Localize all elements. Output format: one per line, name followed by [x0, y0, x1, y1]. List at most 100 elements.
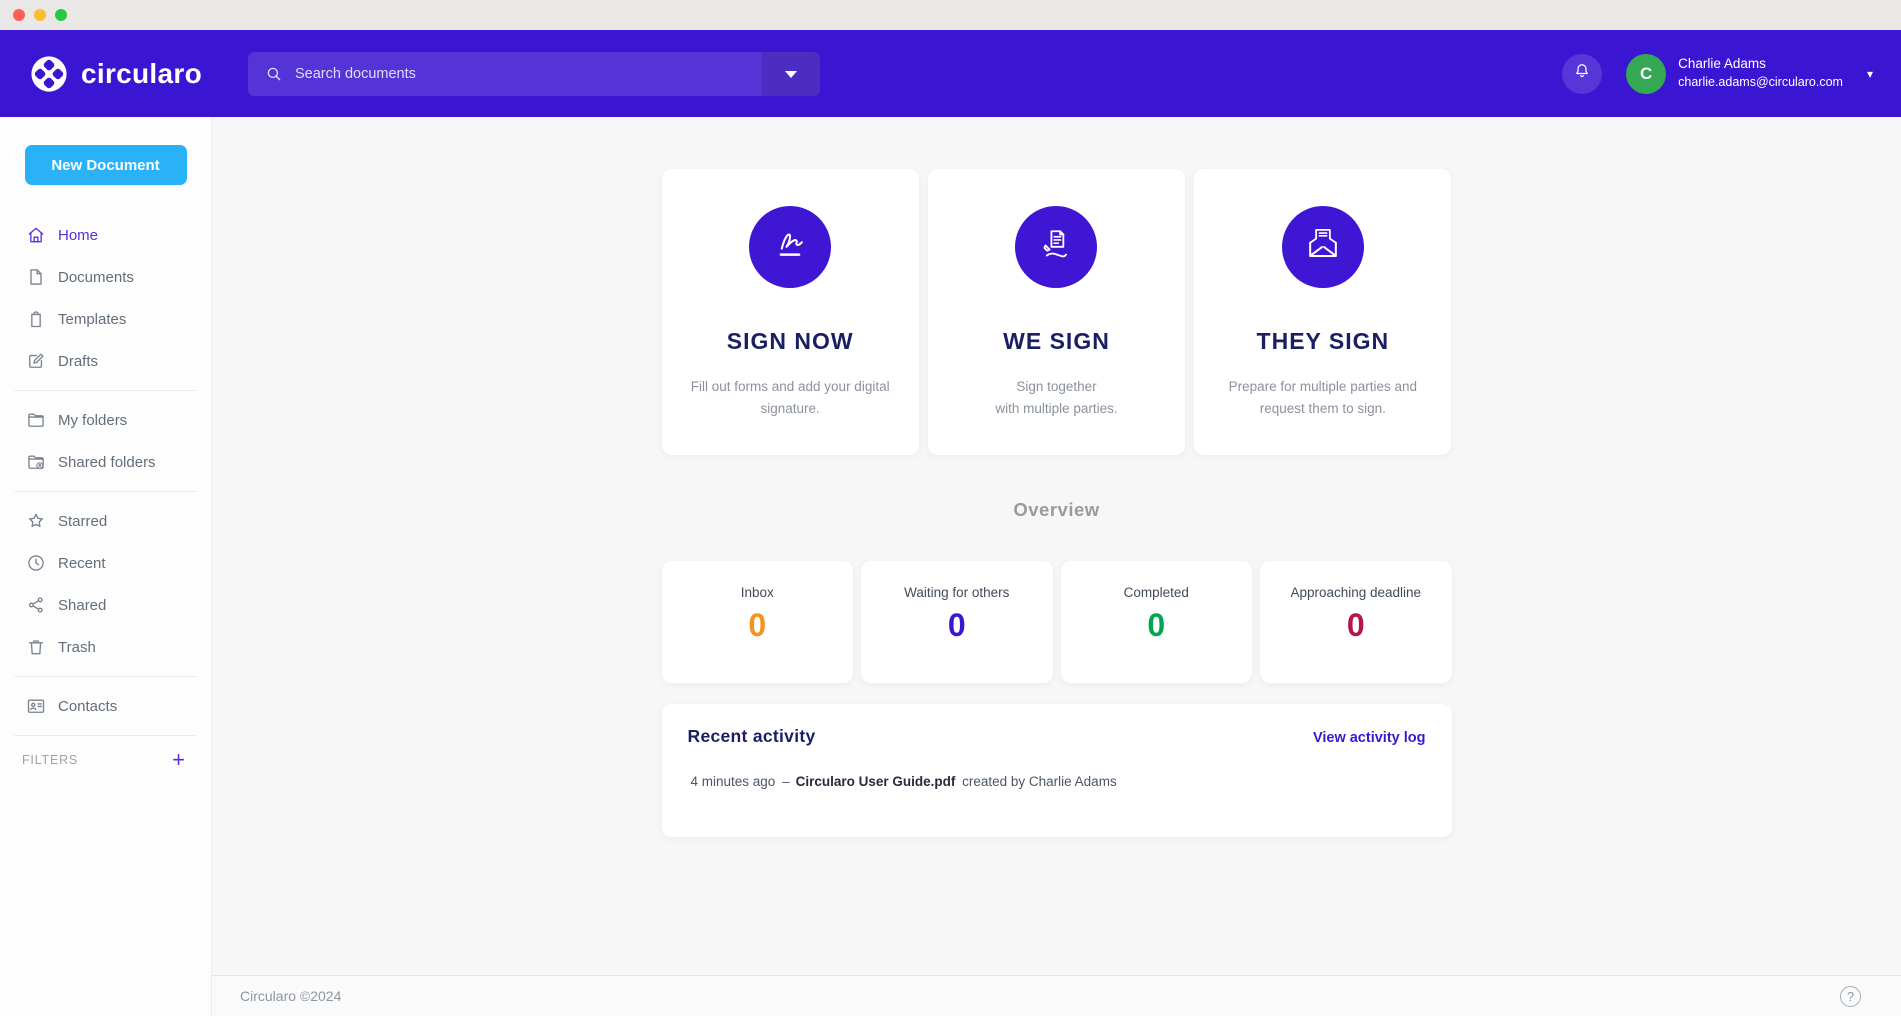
document-icon: [26, 267, 46, 287]
app-window: circularo C Charlie Adams charlie.adams@…: [0, 0, 1901, 1016]
action-card-they-sign[interactable]: THEY SIGN Prepare for multiple parties a…: [1194, 169, 1451, 455]
stat-value: 0: [1061, 607, 1253, 644]
stat-label: Completed: [1061, 585, 1253, 600]
sidebar-item-recent[interactable]: Recent: [0, 542, 211, 584]
sidebar-item-label: Shared folders: [58, 454, 156, 471]
view-activity-log-link[interactable]: View activity log: [1313, 730, 1426, 746]
activity-item: 4 minutes ago –Circularo User Guide.pdf …: [688, 774, 1426, 789]
chevron-down-icon: [785, 71, 797, 78]
stat-label: Approaching deadline: [1260, 585, 1452, 600]
action-card-sign-now[interactable]: SIGN NOW Fill out forms and add your dig…: [662, 169, 919, 455]
filters-section: FILTERS +: [0, 744, 211, 776]
sidebar-divider: [14, 735, 197, 736]
action-card-title: WE SIGN: [928, 328, 1185, 355]
recent-activity-title: Recent activity: [688, 726, 816, 747]
stat-value: 0: [662, 607, 854, 644]
filters-label: FILTERS: [22, 753, 78, 767]
sidebar-nav: Home Documents Templates Drafts My folde…: [0, 214, 211, 736]
stat-card-inbox[interactable]: Inbox 0: [662, 561, 854, 683]
shared-folder-icon: [26, 452, 46, 472]
brand-logo[interactable]: circularo: [30, 55, 202, 93]
stat-label: Inbox: [662, 585, 854, 600]
sidebar: New Document Home Documents Templates Dr…: [0, 117, 212, 1016]
user-name: Charlie Adams: [1678, 55, 1843, 74]
action-card-circle: [749, 206, 831, 288]
new-document-button[interactable]: New Document: [25, 145, 187, 185]
activity-separator: –: [782, 774, 790, 789]
sidebar-divider: [14, 676, 197, 677]
sidebar-item-trash[interactable]: Trash: [0, 626, 211, 668]
activity-description: created by Charlie Adams: [958, 774, 1116, 789]
footer: Circularo ©2024 ?: [212, 975, 1901, 1016]
activity-document-link[interactable]: Circularo User Guide.pdf: [796, 774, 956, 789]
sidebar-item-shared-folders[interactable]: Shared folders: [0, 441, 211, 483]
clock-icon: [26, 553, 46, 573]
action-card-we-sign[interactable]: WE SIGN Sign together with multiple part…: [928, 169, 1185, 455]
sidebar-item-my-folders[interactable]: My folders: [0, 399, 211, 441]
activity-header: Recent activity View activity log: [688, 726, 1426, 747]
home-icon: [26, 225, 46, 245]
sidebar-item-label: Contacts: [58, 698, 117, 715]
stat-label: Waiting for others: [861, 585, 1053, 600]
stat-value: 0: [1260, 607, 1452, 644]
trash-icon: [26, 637, 46, 657]
sidebar-item-contacts[interactable]: Contacts: [0, 685, 211, 727]
star-icon: [26, 511, 46, 531]
action-card-description: Fill out forms and add your digital sign…: [662, 376, 919, 419]
sidebar-item-home[interactable]: Home: [0, 214, 211, 256]
sidebar-divider: [14, 491, 197, 492]
stat-card-approaching-deadline[interactable]: Approaching deadline 0: [1260, 561, 1452, 683]
sidebar-item-label: Home: [58, 227, 98, 244]
notifications-button[interactable]: [1562, 54, 1602, 94]
copyright-text: Circularo ©2024: [240, 988, 341, 1004]
activity-time: 4 minutes ago: [691, 774, 780, 789]
stat-value: 0: [861, 607, 1053, 644]
user-menu[interactable]: C Charlie Adams charlie.adams@circularo.…: [1626, 54, 1873, 94]
brand-name: circularo: [81, 58, 202, 90]
sidebar-item-starred[interactable]: Starred: [0, 500, 211, 542]
action-cards-row: SIGN NOW Fill out forms and add your dig…: [662, 169, 1452, 455]
main-column: SIGN NOW Fill out forms and add your dig…: [212, 117, 1901, 1016]
stat-card-waiting-for-others[interactable]: Waiting for others 0: [861, 561, 1053, 683]
help-button[interactable]: ?: [1840, 986, 1861, 1007]
user-email: charlie.adams@circularo.com: [1678, 74, 1843, 92]
envelope-letter-icon: [1301, 223, 1345, 272]
chevron-down-icon: ▾: [1867, 67, 1873, 81]
app-header: circularo C Charlie Adams charlie.adams@…: [0, 30, 1901, 117]
contacts-icon: [26, 696, 46, 716]
minimize-window-button[interactable]: [34, 9, 46, 21]
search-icon: [265, 65, 283, 83]
action-card-circle: [1282, 206, 1364, 288]
sidebar-item-shared[interactable]: Shared: [0, 584, 211, 626]
sidebar-item-documents[interactable]: Documents: [0, 256, 211, 298]
action-card-title: SIGN NOW: [662, 328, 919, 355]
close-window-button[interactable]: [13, 9, 25, 21]
sidebar-item-templates[interactable]: Templates: [0, 298, 211, 340]
bell-icon: [1572, 61, 1592, 86]
action-card-circle: [1015, 206, 1097, 288]
sidebar-divider: [14, 390, 197, 391]
sidebar-item-label: Documents: [58, 269, 134, 286]
sidebar-item-label: Shared: [58, 597, 106, 614]
share-icon: [26, 595, 46, 615]
hands-sign-icon: [1034, 223, 1078, 272]
sidebar-item-drafts[interactable]: Drafts: [0, 340, 211, 382]
search-bar[interactable]: [248, 52, 820, 96]
search-filter-dropdown[interactable]: [762, 52, 820, 96]
drafts-icon: [26, 351, 46, 371]
sidebar-item-label: Recent: [58, 555, 106, 572]
search-input[interactable]: [293, 65, 762, 83]
recent-activity-card: Recent activity View activity log 4 minu…: [662, 704, 1452, 837]
question-icon: ?: [1847, 989, 1854, 1004]
action-card-description: Prepare for multiple parties and request…: [1194, 376, 1451, 419]
overview-heading: Overview: [662, 499, 1452, 521]
header-right: C Charlie Adams charlie.adams@circularo.…: [1562, 54, 1873, 94]
zoom-window-button[interactable]: [55, 9, 67, 21]
stat-card-completed[interactable]: Completed 0: [1061, 561, 1253, 683]
circularo-logo-icon: [30, 55, 68, 93]
stats-row: Inbox 0 Waiting for others 0 Completed 0…: [662, 561, 1452, 683]
main-content: SIGN NOW Fill out forms and add your dig…: [212, 117, 1901, 975]
sidebar-item-label: Drafts: [58, 353, 98, 370]
folder-icon: [26, 410, 46, 430]
add-filter-button[interactable]: +: [172, 749, 185, 771]
